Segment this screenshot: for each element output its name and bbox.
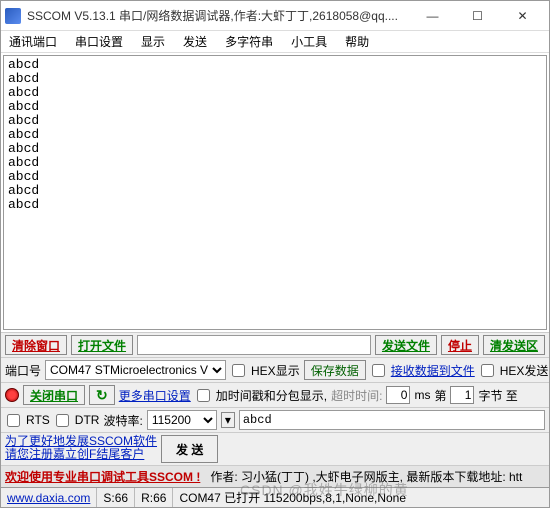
timeout-input[interactable]: [386, 386, 410, 404]
r-label: R:: [141, 491, 153, 505]
save-data-button[interactable]: 保存数据: [304, 360, 366, 380]
rx-to-file-label[interactable]: 接收数据到文件: [391, 362, 475, 379]
port-label: 端口号: [5, 362, 41, 379]
seg-input[interactable]: [450, 386, 474, 404]
send-file-button[interactable]: 发送文件: [375, 335, 437, 355]
rts-label: RTS: [26, 413, 50, 427]
stop-button[interactable]: 停止: [441, 335, 479, 355]
toolbar-row-4: RTS DTR 波特率: 115200 ▾: [1, 407, 549, 432]
timestamp-checkbox[interactable]: [197, 389, 210, 402]
s-label: S:: [103, 491, 114, 505]
open-file-button[interactable]: 打开文件: [71, 335, 133, 355]
dtr-label: DTR: [75, 413, 100, 427]
refresh-icon: ↻: [96, 387, 108, 404]
menubar: 通讯端口 串口设置 显示 发送 多字符串 小工具 帮助: [1, 31, 549, 53]
menu-send[interactable]: 发送: [179, 31, 211, 52]
menu-multistring[interactable]: 多字符串: [221, 31, 277, 52]
refresh-button[interactable]: ↻: [89, 385, 115, 405]
menu-tools[interactable]: 小工具: [287, 31, 331, 52]
close-port-button[interactable]: 关闭串口: [23, 385, 85, 405]
com-info: COM47 已打开 115200bps,8,1,None,None: [179, 489, 406, 506]
menu-display[interactable]: 显示: [137, 31, 169, 52]
baud-label: 波特率:: [103, 412, 142, 429]
clear-window-button[interactable]: 清除窗口: [5, 335, 67, 355]
site-link[interactable]: www.daxia.com: [7, 491, 90, 505]
port-select[interactable]: COM47 STMicroelectronics V: [45, 360, 226, 380]
window-title: SSCOM V5.13.1 串口/网络数据调试器,作者:大虾丁丁,2618058…: [27, 7, 410, 24]
hex-send-label: HEX发送: [500, 362, 549, 379]
minimize-button[interactable]: —: [410, 1, 455, 31]
timeout-label: 超时时间:: [331, 387, 382, 404]
dtr-checkbox[interactable]: [56, 414, 69, 427]
ms-label: ms: [414, 388, 430, 402]
seg-label-1: 第: [434, 387, 446, 404]
promo-line-2[interactable]: 请您注册嘉立创F结尾客户: [5, 448, 157, 461]
receive-textarea[interactable]: abcd abcd abcd abcd abcd abcd abcd abcd …: [3, 55, 547, 330]
hex-show-label: HEX显示: [251, 362, 300, 379]
menu-help[interactable]: 帮助: [341, 31, 373, 52]
baud-select[interactable]: 115200: [147, 410, 217, 430]
seg-label-2: 字节 至: [478, 387, 517, 404]
titlebar: SSCOM V5.13.1 串口/网络数据调试器,作者:大虾丁丁,2618058…: [1, 1, 549, 31]
toolbar-row-5: 为了更好地发展SSCOM软件 请您注册嘉立创F结尾客户 发 送: [1, 432, 549, 465]
statusbar: www.daxia.com S:66 R:66 COM47 已打开 115200…: [1, 487, 549, 507]
toolbar-row-6: 欢迎使用专业串口调试工具SSCOM ! 作者: 习小猛(丁丁) ,大虾电子网版主…: [1, 465, 549, 487]
file-path-input[interactable]: [137, 335, 371, 355]
menu-serial-settings[interactable]: 串口设置: [71, 31, 127, 52]
maximize-button[interactable]: ☐: [455, 1, 500, 31]
record-icon: [5, 388, 19, 402]
timestamp-label: 加时间戳和分包显示,: [216, 387, 327, 404]
toolbar-row-1: 清除窗口 打开文件 发送文件 停止 清发送区: [1, 332, 549, 357]
send-button[interactable]: 发 送: [161, 435, 218, 463]
baud-dropdown-icon[interactable]: ▾: [221, 412, 235, 428]
toolbar-row-2: 端口号 COM47 STMicroelectronics V HEX显示 保存数…: [1, 357, 549, 382]
welcome-text[interactable]: 欢迎使用专业串口调试工具SSCOM !: [5, 468, 200, 485]
author-text: 作者: 习小猛(丁丁) ,大虾电子网版主, 最新版本下载地址: htt: [210, 468, 522, 485]
hex-send-checkbox[interactable]: [481, 364, 494, 377]
s-value: 66: [115, 491, 128, 505]
rx-to-file-checkbox[interactable]: [372, 364, 385, 377]
toolbar-row-3: 关闭串口 ↻ 更多串口设置 加时间戳和分包显示, 超时时间: ms 第 字节 至: [1, 382, 549, 407]
hex-show-checkbox[interactable]: [232, 364, 245, 377]
app-icon: [5, 8, 21, 24]
r-value: 66: [153, 491, 166, 505]
send-input[interactable]: [239, 410, 545, 430]
close-button[interactable]: ✕: [500, 1, 545, 31]
clear-send-button[interactable]: 清发送区: [483, 335, 545, 355]
menu-port[interactable]: 通讯端口: [5, 31, 61, 52]
rts-checkbox[interactable]: [7, 414, 20, 427]
more-settings-link[interactable]: 更多串口设置: [119, 387, 191, 404]
